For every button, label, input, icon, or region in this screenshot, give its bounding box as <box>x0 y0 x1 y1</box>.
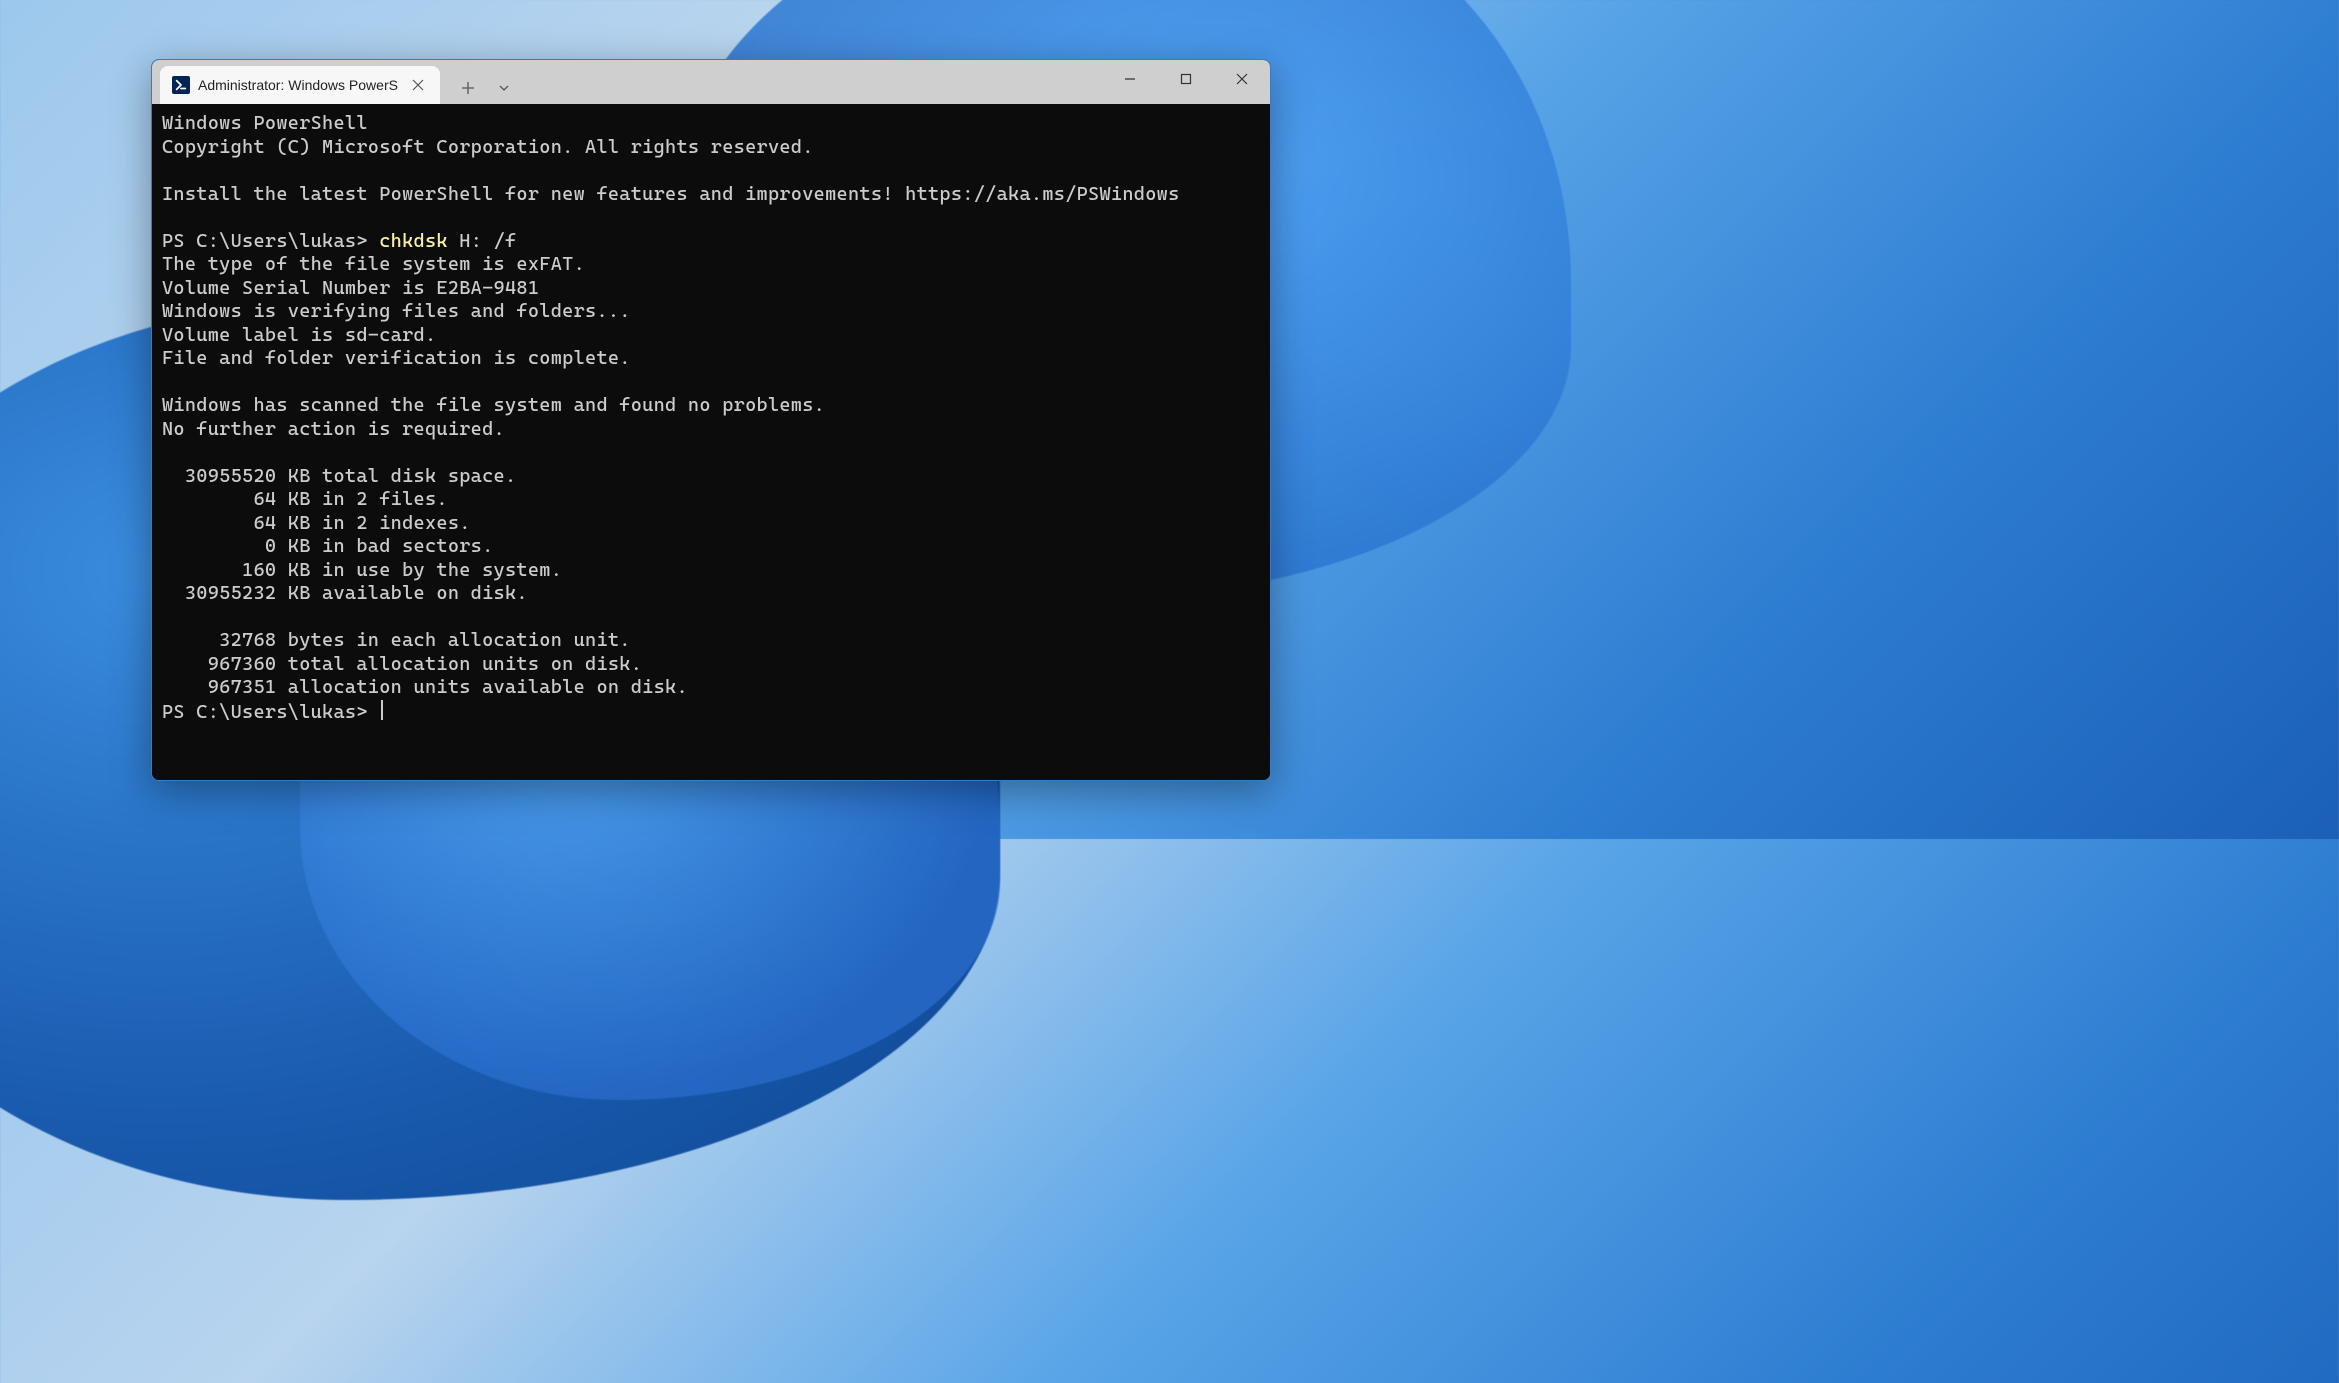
maximize-button[interactable] <box>1158 60 1214 98</box>
new-tab-button[interactable] <box>452 72 484 104</box>
plus-icon <box>461 81 475 95</box>
terminal-line: Volume Serial Number is E2BA-9481 <box>162 277 539 299</box>
powershell-icon <box>172 76 190 94</box>
terminal-line: Windows PowerShell <box>162 112 368 134</box>
terminal-line: 160 KB in use by the system. <box>162 559 562 581</box>
terminal-line: Windows has scanned the file system and … <box>162 394 825 416</box>
tab-close-button[interactable] <box>406 73 430 97</box>
terminal-output[interactable]: Windows PowerShell Copyright (C) Microso… <box>152 104 1270 780</box>
terminal-line: 30955520 KB total disk space. <box>162 465 516 487</box>
terminal-line: File and folder verification is complete… <box>162 347 631 369</box>
close-icon <box>412 79 424 91</box>
terminal-line: The type of the file system is exFAT. <box>162 253 585 275</box>
close-icon <box>1236 73 1248 85</box>
terminal-line: 967351 allocation units available on dis… <box>162 676 688 698</box>
terminal-line: Windows is verifying files and folders..… <box>162 300 631 322</box>
terminal-line: 30955232 KB available on disk. <box>162 582 528 604</box>
chevron-down-icon <box>497 81 511 95</box>
prompt: PS C:\Users\lukas> <box>162 230 379 252</box>
window-close-button[interactable] <box>1214 60 1270 98</box>
terminal-line: 967360 total allocation units on disk. <box>162 653 642 675</box>
titlebar[interactable]: Administrator: Windows PowerS <box>152 60 1270 104</box>
terminal-line: 32768 bytes in each allocation unit. <box>162 629 631 651</box>
terminal-line: Install the latest PowerShell for new fe… <box>162 183 1180 205</box>
terminal-line: Volume label is sd-card. <box>162 324 436 346</box>
command-name: chkdsk <box>379 230 448 252</box>
window-controls <box>1102 60 1270 98</box>
tab-title: Administrator: Windows PowerS <box>198 77 398 93</box>
cursor <box>381 700 383 720</box>
command-args: H: /f <box>448 230 517 252</box>
maximize-icon <box>1180 73 1192 85</box>
terminal-line: 64 KB in 2 files. <box>162 488 448 510</box>
minimize-button[interactable] <box>1102 60 1158 98</box>
terminal-line: Copyright (C) Microsoft Corporation. All… <box>162 136 814 158</box>
tab-dropdown-button[interactable] <box>488 72 520 104</box>
terminal-line: 64 KB in 2 indexes. <box>162 512 471 534</box>
prompt: PS C:\Users\lukas> <box>162 701 379 723</box>
terminal-line: 0 KB in bad sectors. <box>162 535 494 557</box>
tab-powershell[interactable]: Administrator: Windows PowerS <box>160 66 440 104</box>
minimize-icon <box>1124 73 1136 85</box>
terminal-line: No further action is required. <box>162 418 505 440</box>
terminal-window: Administrator: Windows PowerS Windows Po… <box>151 59 1271 781</box>
